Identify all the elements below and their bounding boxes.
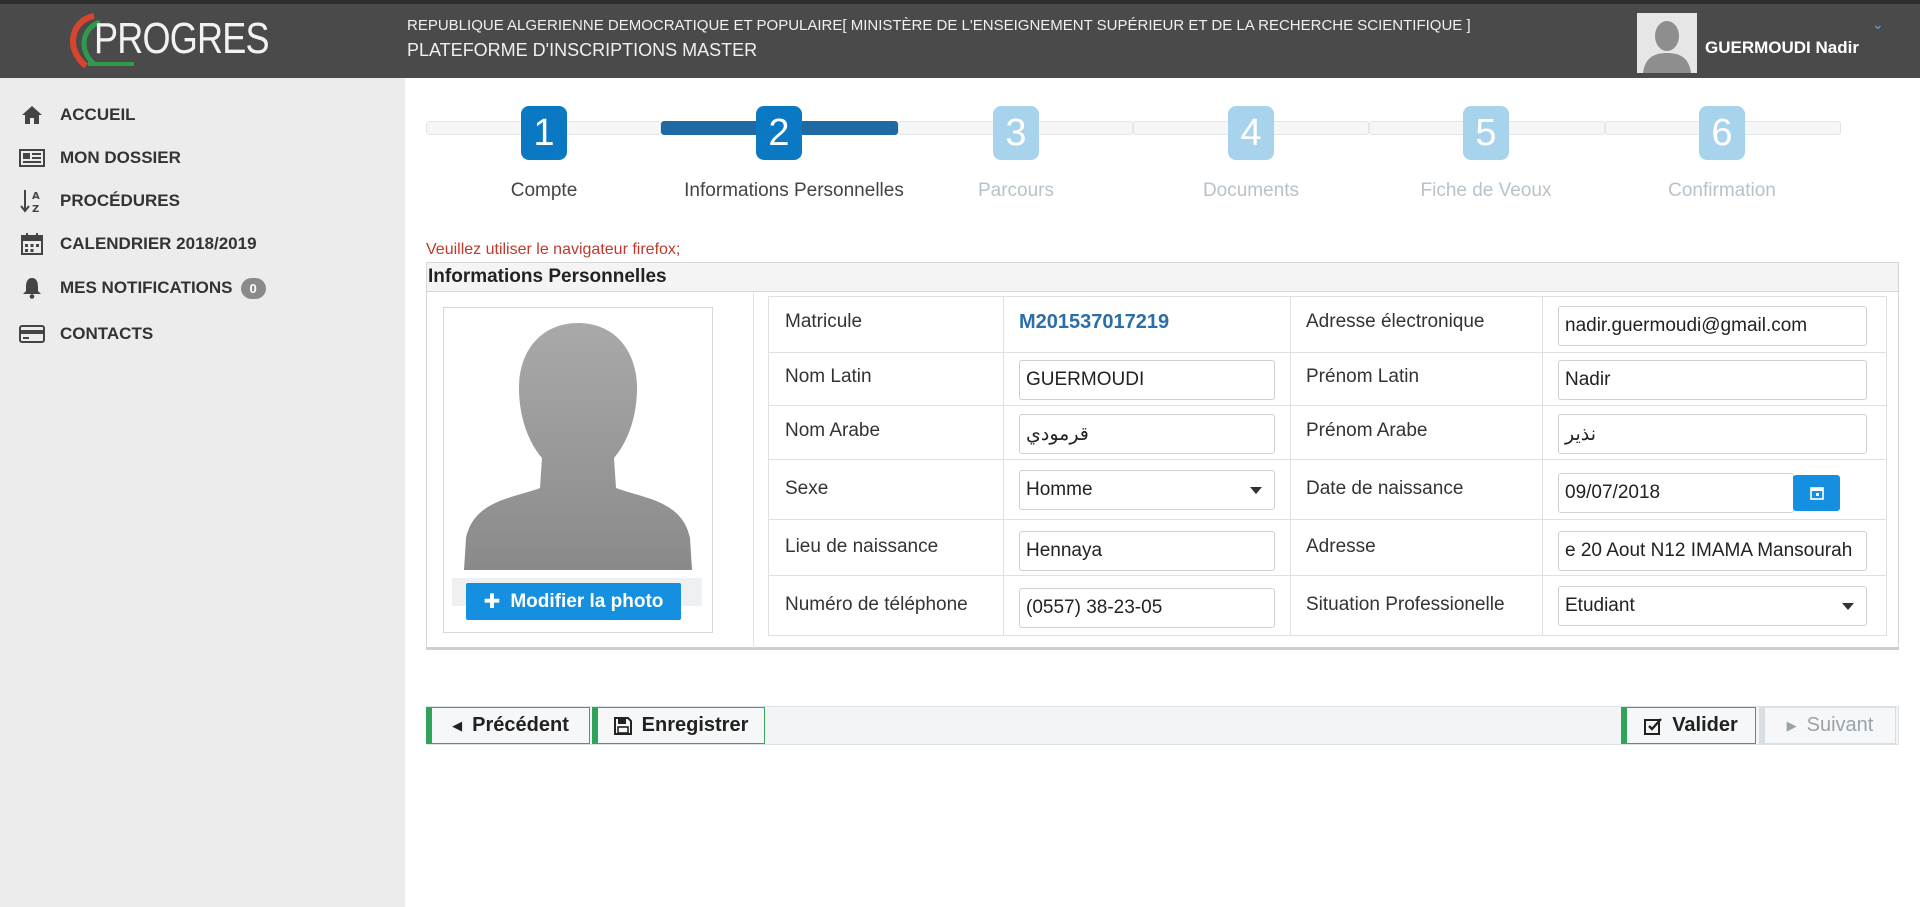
logo-text: PROGRES [94, 14, 270, 63]
grid-line [1003, 296, 1004, 636]
sidebar-item-accueil[interactable]: ACCUEIL [18, 100, 136, 130]
step-2-number[interactable]: 2 [756, 106, 802, 160]
step-3-number[interactable]: 3 [993, 106, 1039, 160]
email-field[interactable]: nadir.guermoudi@gmail.com [1558, 306, 1867, 346]
telephone-label: Numéro de téléphone [785, 594, 968, 615]
nom-latin-label: Nom Latin [785, 366, 872, 387]
caret-down-icon [1250, 486, 1262, 494]
prenom-arabe-label: Prénom Arabe [1306, 420, 1428, 441]
step-4-label[interactable]: Documents [1131, 180, 1371, 202]
previous-button[interactable]: ◀ Précédent [426, 707, 590, 744]
plus-icon: ✚ [483, 591, 501, 613]
grid-line [768, 296, 769, 636]
panel-title: Informations Personnelles [427, 263, 1898, 292]
step-6-label[interactable]: Confirmation [1602, 180, 1842, 202]
sidebar: ACCUEIL MON DOSSIER AZ PROCÉDURES CALEND… [0, 78, 405, 907]
prenom-arabe-field[interactable]: نذير [1558, 414, 1867, 454]
svg-text:A: A [32, 191, 40, 202]
sidebar-item-label: ACCUEIL [60, 105, 136, 124]
sidebar-item-label: PROCÉDURES [60, 191, 180, 210]
email-label: Adresse électronique [1306, 311, 1485, 332]
user-avatar[interactable] [1637, 13, 1697, 73]
caret-right-icon: ▶ [1786, 717, 1797, 733]
sidebar-item-procedures[interactable]: AZ PROCÉDURES [18, 186, 180, 216]
matricule-label: Matricule [785, 311, 863, 332]
step-6-number[interactable]: 6 [1699, 106, 1745, 160]
lieu-naissance-field[interactable]: Hennaya [1019, 531, 1275, 571]
step-4-number[interactable]: 4 [1228, 106, 1274, 160]
sexe-select[interactable]: Homme [1019, 470, 1275, 510]
lieu-naissance-label: Lieu de naissance [785, 536, 939, 557]
sidebar-item-mon-dossier[interactable]: MON DOSSIER [18, 143, 181, 173]
sidebar-item-contacts[interactable]: CONTACTS [18, 319, 153, 349]
grid-line [1290, 296, 1291, 636]
browser-warning: Veuillez utiliser le navigateur firefox; [426, 241, 681, 258]
adresse-label: Adresse [1306, 536, 1376, 557]
newspaper-icon [18, 146, 46, 170]
sidebar-item-label: CALENDRIER 2018/2019 [60, 234, 257, 253]
progres-logo[interactable]: PROGRES [64, 10, 270, 72]
calendar-icon [1809, 487, 1824, 500]
sidebar-item-notifications[interactable]: MES NOTIFICATIONS 0 [18, 273, 266, 303]
credit-card-icon [18, 322, 46, 346]
validate-label: Valider [1672, 714, 1738, 736]
next-label: Suivant [1806, 714, 1874, 736]
validate-button[interactable]: Valider [1621, 707, 1756, 744]
datepicker-button[interactable] [1793, 475, 1840, 511]
bell-icon [18, 276, 46, 300]
step-5-number[interactable]: 5 [1463, 106, 1509, 160]
step-2-label[interactable]: Informations Personnelles [674, 180, 914, 202]
next-button[interactable]: ▶ Suivant [1759, 707, 1896, 744]
ministry-title: REPUBLIQUE ALGERIENNE DEMOCRATIQUE ET PO… [407, 17, 1471, 34]
sidebar-item-label: MES NOTIFICATIONS [60, 278, 233, 297]
step-3-label[interactable]: Parcours [896, 180, 1136, 202]
user-menu-caret-icon[interactable]: ⌄ [1872, 16, 1884, 33]
prenom-latin-label: Prénom Latin [1306, 366, 1420, 387]
step-1-label[interactable]: Compte [424, 180, 664, 202]
adresse-field[interactable]: e 20 Aout N12 IMAMA Mansourah [1558, 531, 1867, 571]
modify-photo-button[interactable]: ✚ Modifier la photo [466, 583, 681, 620]
date-naissance-field[interactable]: 09/07/2018 [1558, 473, 1794, 513]
situation-selected-value: Etudiant [1565, 595, 1635, 616]
sort-alpha-icon: AZ [18, 189, 46, 214]
sidebar-item-label: MON DOSSIER [60, 148, 181, 167]
sexe-label: Sexe [785, 478, 829, 499]
save-label: Enregistrer [641, 714, 749, 736]
floppy-disk-icon [613, 716, 632, 735]
date-naissance-label: Date de naissance [1306, 478, 1464, 499]
step-5-label[interactable]: Fiche de Veoux [1366, 180, 1606, 202]
step-1-number[interactable]: 1 [521, 106, 567, 160]
sidebar-item-label: CONTACTS [60, 324, 154, 343]
caret-down-icon [1842, 602, 1854, 610]
caret-left-icon: ◀ [452, 717, 463, 733]
user-name[interactable]: GUERMOUDI Nadir [1705, 38, 1859, 58]
matricule-value: M201537017219 [1019, 311, 1170, 333]
situation-select[interactable]: Etudiant [1558, 586, 1867, 626]
nom-latin-field[interactable]: GUERMOUDI [1019, 360, 1275, 400]
modify-photo-label: Modifier la photo [510, 590, 664, 612]
grid-line [1542, 296, 1543, 636]
telephone-field[interactable]: (0557) 38-23-05 [1019, 588, 1275, 628]
profile-photo-placeholder [464, 323, 692, 570]
previous-label: Précédent [472, 714, 569, 736]
platform-title: PLATEFORME D'INSCRIPTIONS MASTER [407, 40, 758, 60]
profile-photo-frame: ✚ Modifier la photo [443, 307, 713, 633]
grid-line [1886, 296, 1887, 636]
sexe-selected-value: Homme [1026, 479, 1093, 500]
panel-divider [753, 292, 754, 648]
calendar-icon [18, 232, 46, 256]
nom-arabe-field[interactable]: قرمودي [1019, 414, 1275, 454]
sidebar-item-calendrier[interactable]: CALENDRIER 2018/2019 [18, 229, 257, 259]
home-icon [18, 103, 46, 127]
notifications-count-badge: 0 [240, 277, 266, 299]
top-header: PROGRES REPUBLIQUE ALGERIENNE DEMOCRATIQ… [0, 0, 1920, 78]
svg-text:Z: Z [32, 204, 39, 214]
nom-arabe-label: Nom Arabe [785, 420, 881, 441]
save-button[interactable]: Enregistrer [592, 707, 765, 744]
situation-label: Situation Professionelle [1306, 594, 1505, 615]
check-square-icon [1644, 717, 1663, 735]
prenom-latin-field[interactable]: Nadir [1558, 360, 1867, 400]
